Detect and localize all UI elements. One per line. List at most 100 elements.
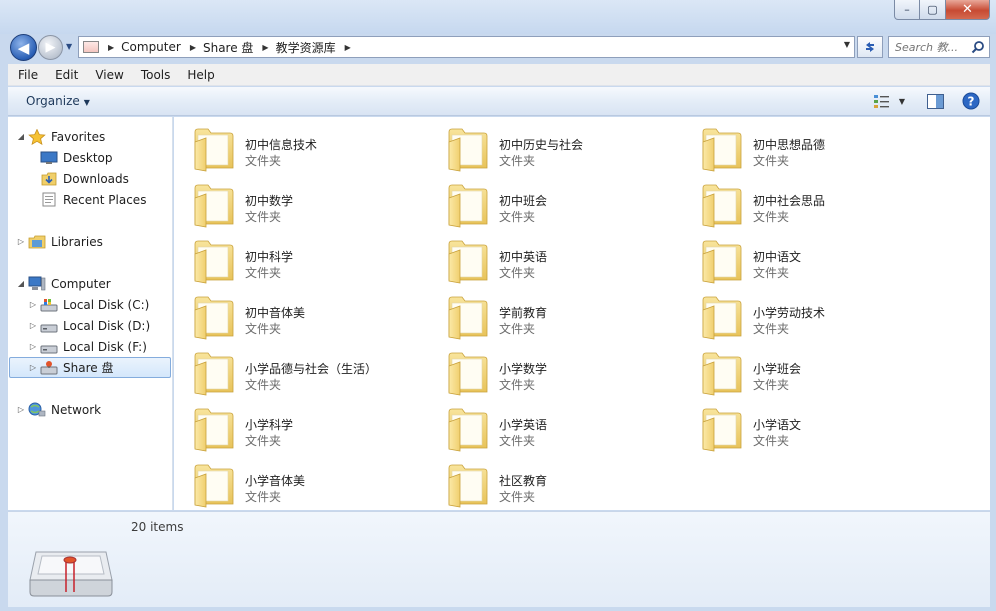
folder-name: 小学语文 (753, 418, 802, 432)
breadcrumb-separator-icon[interactable]: ▶ (345, 43, 351, 52)
folder-tile[interactable]: 初中语文 文件夹 (682, 232, 932, 286)
collapsed-icon[interactable]: ▷ (16, 237, 26, 246)
folder-name: 初中社会思品 (753, 194, 826, 208)
sidebar-item-share-drive[interactable]: ▷ Share 盘 (9, 357, 171, 378)
folder-type: 文件夹 (245, 378, 282, 392)
folder-tile[interactable]: 小学科学 文件夹 (174, 400, 424, 454)
folder-icon (700, 182, 744, 228)
breadcrumb-current-folder[interactable]: 教学资源库 (276, 39, 336, 56)
organize-label: Organize (26, 94, 80, 108)
sidebar-item-local-disk-f[interactable]: ▷ Local Disk (F:) (28, 336, 147, 357)
forward-button[interactable]: ▶ (38, 35, 63, 60)
folder-tile[interactable]: 初中历史与社会 文件夹 (428, 120, 678, 174)
folder-icon (192, 294, 236, 340)
breadcrumb-separator-icon[interactable]: ▶ (108, 43, 114, 52)
folder-type: 文件夹 (245, 266, 282, 280)
folder-tile[interactable]: 小学劳动技术 文件夹 (682, 288, 932, 342)
folder-tile[interactable]: 初中英语 文件夹 (428, 232, 678, 286)
menu-file[interactable]: File (8, 68, 45, 82)
folder-tile[interactable]: 学前教育 文件夹 (428, 288, 678, 342)
breadcrumb-separator-icon[interactable]: ▶ (262, 43, 268, 52)
breadcrumb-separator-icon[interactable]: ▶ (190, 43, 196, 52)
search-input[interactable] (895, 40, 975, 54)
address-bar[interactable]: ▶ Computer ▶ Share 盘 ▶ 教学资源库 ▶ ▼ (78, 36, 855, 58)
help-button[interactable]: ? (962, 92, 980, 110)
folder-icon (446, 462, 490, 508)
folder-tile[interactable]: 初中科学 文件夹 (174, 232, 424, 286)
hard-drive-icon (40, 324, 58, 332)
folder-tile[interactable]: 初中社会思品 文件夹 (682, 176, 932, 230)
view-controls: ▼ ? (863, 92, 980, 110)
folder-type: 文件夹 (753, 154, 790, 168)
sidebar-item-local-disk-c[interactable]: ▷ Local Disk (C:) (28, 294, 149, 315)
folder-icon (192, 238, 236, 284)
sidebar-item-recent-places[interactable]: Recent Places (28, 189, 146, 210)
search-icon[interactable] (971, 40, 985, 54)
folder-type: 文件夹 (753, 434, 790, 448)
folder-tile[interactable]: 初中音体美 文件夹 (174, 288, 424, 342)
folder-tile[interactable]: 初中班会 文件夹 (428, 176, 678, 230)
folder-name: 初中思想品德 (753, 138, 826, 152)
chevron-down-icon[interactable]: ▼ (899, 97, 905, 106)
folder-tile[interactable]: 初中数学 文件夹 (174, 176, 424, 230)
folder-name: 学前教育 (499, 306, 548, 320)
window-controls: – ▢ ✕ (894, 0, 990, 20)
folder-tile[interactable]: 社区教育 文件夹 (428, 456, 678, 510)
menu-edit[interactable]: Edit (45, 68, 85, 82)
collapsed-icon[interactable]: ▷ (28, 300, 38, 309)
folder-icon (700, 406, 744, 452)
folder-name: 小学英语 (499, 418, 548, 432)
menu-help[interactable]: Help (177, 68, 221, 82)
folder-name: 小学品德与社会（生活） (245, 362, 378, 376)
sidebar-item-downloads[interactable]: Downloads (28, 168, 129, 189)
folder-name: 初中历史与社会 (499, 138, 584, 152)
collapsed-icon[interactable]: ▷ (28, 363, 38, 372)
folder-tile[interactable]: 小学数学 文件夹 (428, 344, 678, 398)
downloads-icon (41, 172, 57, 185)
sidebar-item-local-disk-d[interactable]: ▷ Local Disk (D:) (28, 315, 150, 336)
breadcrumb-computer[interactable]: Computer (121, 40, 181, 54)
refresh-button[interactable] (857, 36, 883, 58)
folder-tile[interactable]: 初中信息技术 文件夹 (174, 120, 424, 174)
folder-type: 文件夹 (499, 210, 536, 224)
preview-pane-button[interactable] (927, 93, 944, 109)
minimize-button[interactable]: – (894, 0, 920, 20)
recent-pages-chevron-down-icon[interactable]: ▼ (66, 42, 72, 51)
folder-tile[interactable]: 小学品德与社会（生活） 文件夹 (174, 344, 424, 398)
sidebar-item-desktop[interactable]: Desktop (28, 147, 113, 168)
folder-tile[interactable]: 小学音体美 文件夹 (174, 456, 424, 510)
organize-button[interactable]: Organize ▼ (26, 94, 90, 108)
menu-tools[interactable]: Tools (131, 68, 178, 82)
change-view-button[interactable]: ▼ (873, 93, 905, 109)
sidebar-item-network[interactable]: ▷ Network (16, 399, 101, 420)
close-button[interactable]: ✕ (946, 0, 990, 20)
folder-icon (192, 350, 236, 396)
collapsed-icon[interactable]: ▷ (28, 321, 38, 330)
address-history-chevron-down-icon[interactable]: ▼ (844, 40, 850, 49)
folder-tile[interactable]: 小学语文 文件夹 (682, 400, 932, 454)
folder-name: 社区教育 (499, 474, 548, 488)
item-count: 20 items (131, 520, 184, 534)
folder-tile[interactable]: 小学英语 文件夹 (428, 400, 678, 454)
expanded-icon[interactable]: ◢ (16, 279, 26, 288)
maximize-button[interactable]: ▢ (920, 0, 946, 20)
title-bar[interactable]: – ▢ ✕ (0, 0, 996, 34)
folder-tile[interactable]: 初中思想品德 文件夹 (682, 120, 932, 174)
collapsed-icon[interactable]: ▷ (16, 405, 26, 414)
sidebar-item-computer[interactable]: ◢ Computer (16, 273, 111, 294)
sidebar-item-favorites[interactable]: ◢ Favorites (16, 126, 105, 147)
view-options-icon (873, 95, 889, 108)
file-list: 初中信息技术 文件夹 初中历史与社会 文件夹 初中思想品德 文件夹 初中数学 文… (174, 117, 990, 510)
folder-tile[interactable]: 小学班会 文件夹 (682, 344, 932, 398)
expanded-icon[interactable]: ◢ (16, 132, 26, 141)
sidebar-item-libraries[interactable]: ▷ Libraries (16, 231, 103, 252)
folder-icon (192, 462, 236, 508)
collapsed-icon[interactable]: ▷ (28, 342, 38, 351)
breadcrumb-share[interactable]: Share 盘 (203, 39, 253, 56)
folder-type: 文件夹 (499, 434, 536, 448)
back-button[interactable]: ◀ (10, 34, 37, 61)
menu-view[interactable]: View (85, 68, 130, 82)
folder-icon (446, 294, 490, 340)
sidebar-item-label: Network (51, 402, 102, 417)
folder-type: 文件夹 (245, 434, 282, 448)
